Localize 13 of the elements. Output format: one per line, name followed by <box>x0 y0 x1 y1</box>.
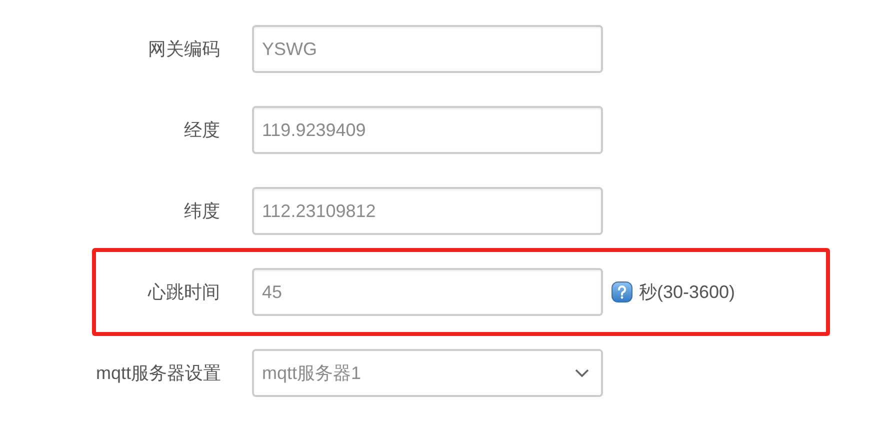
field-label: 心跳时间 <box>146 281 220 304</box>
dropdown-field[interactable]: mqtt服务器1 <box>252 349 603 397</box>
help-icon[interactable] <box>611 281 633 303</box>
field-label: 网关编码 <box>147 38 220 61</box>
field-label: mqtt服务器设置 <box>96 362 220 385</box>
text-field[interactable]: 119.9239409 <box>252 106 603 154</box>
hint-text: 秒(30-3600) <box>639 281 736 304</box>
chevron-down-icon <box>575 369 589 377</box>
text-field[interactable]: 112.23109812 <box>252 187 603 235</box>
field-label: 纬度 <box>183 200 220 223</box>
text-field[interactable]: YSWG <box>252 25 603 73</box>
text-field[interactable]: 45 <box>252 268 603 316</box>
field-label: 经度 <box>183 119 220 142</box>
